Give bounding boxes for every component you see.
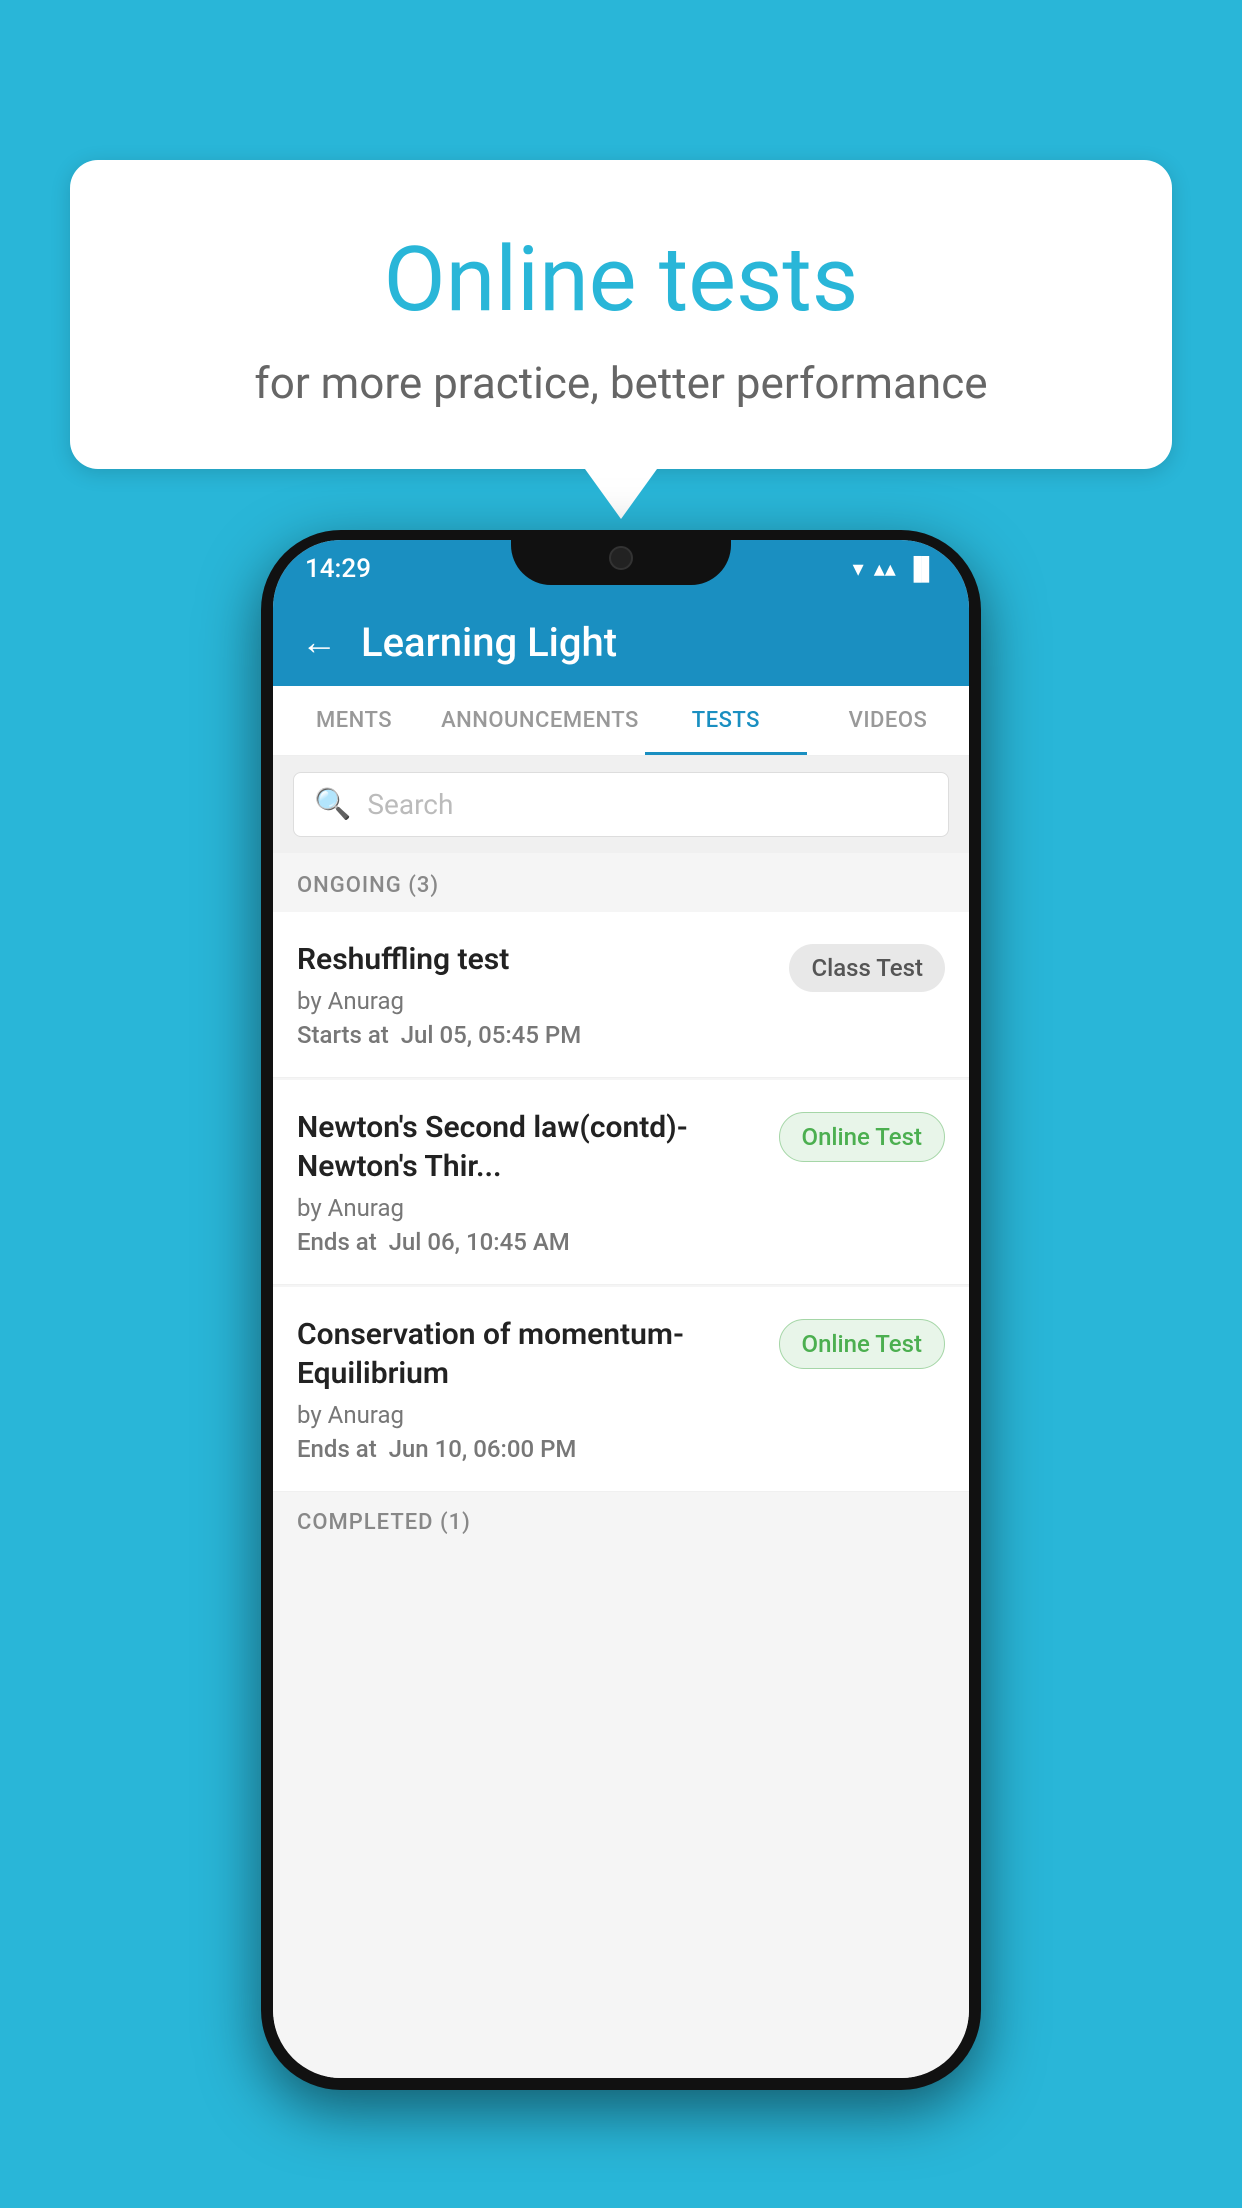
test-date: Ends at Jun 10, 06:00 PM	[297, 1435, 763, 1463]
bubble-tail	[585, 469, 657, 519]
class-test-badge: Class Test	[789, 944, 945, 992]
test-author: by Anurag	[297, 987, 773, 1015]
signal-icon: ▴▴	[874, 557, 896, 582]
phone-notch	[511, 530, 731, 585]
online-test-badge: Online Test	[779, 1319, 945, 1369]
status-time: 14:29	[305, 554, 371, 584]
ongoing-section-header: ONGOING (3)	[273, 853, 969, 912]
test-date: Ends at Jul 06, 10:45 AM	[297, 1228, 763, 1256]
search-icon: 🔍	[314, 787, 351, 822]
phone-screen: 14:29 ▾ ▴▴ ▐▌ ← Learning Light MENTS ANN…	[273, 540, 969, 2078]
speech-bubble: Online tests for more practice, better p…	[70, 160, 1172, 469]
test-info: Newton's Second law(contd)-Newton's Thir…	[297, 1108, 763, 1256]
test-author: by Anurag	[297, 1401, 763, 1429]
test-item[interactable]: Reshuffling test by Anurag Starts at Jul…	[273, 912, 969, 1078]
test-item[interactable]: Newton's Second law(contd)-Newton's Thir…	[273, 1080, 969, 1285]
bubble-subtitle: for more practice, better performance	[150, 357, 1092, 409]
test-title: Newton's Second law(contd)-Newton's Thir…	[297, 1108, 763, 1186]
status-icons: ▾ ▴▴ ▐▌	[853, 556, 937, 582]
phone-frame: 14:29 ▾ ▴▴ ▐▌ ← Learning Light MENTS ANN…	[261, 530, 981, 2090]
search-placeholder: Search	[367, 788, 453, 821]
content-list: ONGOING (3) Reshuffling test by Anurag S…	[273, 853, 969, 2078]
phone-mockup: 14:29 ▾ ▴▴ ▐▌ ← Learning Light MENTS ANN…	[261, 530, 981, 2090]
tab-tests[interactable]: TESTS	[645, 686, 807, 755]
test-item[interactable]: Conservation of momentum-Equilibrium by …	[273, 1287, 969, 1492]
test-info: Conservation of momentum-Equilibrium by …	[297, 1315, 763, 1463]
completed-section-header: COMPLETED (1)	[273, 1494, 969, 1549]
back-button[interactable]: ←	[301, 621, 337, 663]
search-input[interactable]: 🔍 Search	[293, 772, 949, 837]
test-title: Reshuffling test	[297, 940, 773, 979]
promo-section: Online tests for more practice, better p…	[70, 160, 1172, 519]
battery-icon: ▐▌	[906, 556, 937, 582]
app-title: Learning Light	[361, 619, 617, 666]
app-header: ← Learning Light	[273, 598, 969, 686]
test-date: Starts at Jul 05, 05:45 PM	[297, 1021, 773, 1049]
online-test-badge: Online Test	[779, 1112, 945, 1162]
bubble-title: Online tests	[150, 230, 1092, 329]
tab-announcements[interactable]: ANNOUNCEMENTS	[435, 686, 645, 755]
tab-assignments[interactable]: MENTS	[273, 686, 435, 755]
test-author: by Anurag	[297, 1194, 763, 1222]
phone-camera	[609, 546, 633, 570]
test-info: Reshuffling test by Anurag Starts at Jul…	[297, 940, 773, 1049]
tab-videos[interactable]: VIDEOS	[807, 686, 969, 755]
search-container: 🔍 Search	[273, 756, 969, 853]
tabs-container: MENTS ANNOUNCEMENTS TESTS VIDEOS	[273, 686, 969, 756]
wifi-icon: ▾	[853, 557, 864, 582]
test-title: Conservation of momentum-Equilibrium	[297, 1315, 763, 1393]
